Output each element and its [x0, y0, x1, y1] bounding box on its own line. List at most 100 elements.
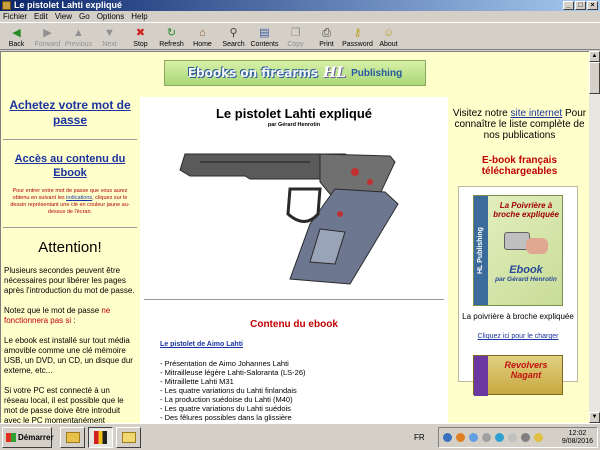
- website-link[interactable]: site internet: [511, 108, 563, 119]
- tray-app-icon[interactable]: [469, 433, 478, 442]
- toolbar-label: Next: [102, 41, 117, 48]
- tray-app-icon[interactable]: [443, 433, 452, 442]
- visit-prefix: Visitez notre: [452, 108, 511, 119]
- start-label: Démarrer: [18, 433, 54, 442]
- forward-arrow-icon: ▶: [43, 27, 52, 39]
- toolbar-label: Print: [319, 41, 334, 48]
- window-title: Le pistolet Lahti expliqué: [14, 0, 123, 10]
- toolbar-about-button[interactable]: ☺ About: [373, 23, 404, 50]
- tray-app-icon[interactable]: [482, 433, 491, 442]
- toolbar-refresh-button[interactable]: ↻ Refresh: [156, 23, 187, 50]
- indications-link[interactable]: indications: [66, 195, 92, 201]
- hand-illustration: [526, 238, 548, 254]
- toolbar-label: Stop: [133, 41, 148, 48]
- list-item: - Présentation de Aimo Johannes Lahti: [160, 359, 289, 368]
- toolbar-label: Contents: [250, 41, 279, 48]
- toolbar-home-button[interactable]: ⌂ Home: [187, 23, 218, 50]
- down-arrow-icon: ▼: [104, 27, 115, 39]
- title-bar: Le pistolet Lahti expliqué _ □ ×: [0, 0, 600, 11]
- book-ebook-label: Ebook: [509, 264, 543, 276]
- download-link[interactable]: Cliquez ici pour le charger: [459, 333, 577, 340]
- taskbar: Démarrer FR 12:02 9/08/2016: [0, 423, 600, 450]
- taskbar-explorer-button[interactable]: [60, 427, 85, 448]
- print-icon: ⎙: [322, 27, 331, 39]
- toolbar-password-button[interactable]: ⚷ Password: [342, 23, 373, 50]
- toolbar-label: Back: [8, 41, 25, 48]
- publisher-banner[interactable]: Ebooks on firearms HL Publishing: [164, 60, 426, 86]
- banner-logo: HL: [322, 65, 347, 81]
- tray-app-icon[interactable]: [495, 433, 504, 442]
- warning-text: Notez que le mot de passe: [4, 306, 102, 315]
- toolbar-label: Password: [342, 41, 373, 48]
- maximize-button[interactable]: □: [575, 1, 586, 10]
- tray-app-icon[interactable]: [534, 433, 543, 442]
- folder-icon: [121, 432, 136, 443]
- book-caption: La poivrière à broche expliquée: [462, 312, 574, 321]
- menu-go[interactable]: Go: [79, 11, 90, 22]
- book-title: La Poivrière à broche expliquée: [493, 201, 559, 219]
- list-item: - Les quatre variations du Lahti finland…: [160, 386, 297, 395]
- access-content-link[interactable]: Accès au contenu du Ebook: [1, 152, 139, 180]
- toolbar-label: Refresh: [159, 41, 184, 48]
- removable-media-paragraph: Le ebook est installé sur tout média amo…: [4, 336, 133, 375]
- clock[interactable]: 12:02 9/08/2016: [562, 430, 593, 446]
- taskbar-folder-button[interactable]: [116, 427, 141, 448]
- toolbar-next-button[interactable]: ▼ Next: [94, 23, 125, 50]
- toolbar: ◀ Back ▶ Forward ▲ Previous ▼ Next ✖ Stop ↻ Refresh…: [0, 22, 600, 50]
- network-icon[interactable]: [521, 433, 530, 442]
- tray-app-icon[interactable]: [456, 433, 465, 442]
- toolbar-label: Forward: [34, 41, 61, 48]
- book-cover-nagant[interactable]: Revolvers Nagant: [473, 355, 563, 396]
- volume-icon[interactable]: [508, 433, 517, 442]
- banner-publishing: Publishing: [351, 67, 403, 79]
- menu-view[interactable]: View: [55, 11, 72, 22]
- menu-options[interactable]: Options: [97, 11, 125, 22]
- toolbar-label: Home: [193, 41, 212, 48]
- copy-icon: ❐: [290, 27, 301, 39]
- contents-icon: ▤: [259, 27, 270, 39]
- divider: [3, 139, 137, 140]
- book-cover-poivriere[interactable]: HL Publishing La Poivrière à broche expl…: [473, 195, 563, 306]
- chapter-link[interactable]: Le pistolet de Aimo Lahti: [160, 341, 243, 348]
- language-indicator[interactable]: FR: [414, 433, 425, 442]
- delay-paragraph: Plusieurs secondes peuvent être nécessai…: [4, 266, 135, 295]
- buy-password-link[interactable]: Achetez votre mot de passe: [1, 98, 139, 128]
- toolbar-back-button[interactable]: ◀ Back: [1, 23, 32, 50]
- scroll-down-button[interactable]: ▼: [589, 412, 600, 423]
- menu-file[interactable]: Fichier: [3, 11, 27, 22]
- author-line: par Gérard Henrotin: [267, 122, 321, 128]
- up-arrow-icon: ▲: [73, 27, 84, 39]
- folder-icon: [65, 432, 80, 443]
- menu-bar: Fichier Edit View Go Options Help: [0, 11, 600, 22]
- toolbar-copy-button[interactable]: ❐ Copy: [280, 23, 311, 50]
- toolbar-previous-button[interactable]: ▲ Previous: [63, 23, 94, 50]
- clock-time: 12:02: [568, 430, 587, 437]
- toolbar-contents-button[interactable]: ▤ Contents: [249, 23, 280, 50]
- close-button[interactable]: ×: [587, 1, 598, 10]
- contents-list: - Présentation de Aimo Johannes Lahti - …: [160, 359, 306, 422]
- list-item: - Les quatre variations du Lahti suédois: [160, 404, 291, 413]
- visit-text: Visitez notre site internet Pour connaît…: [449, 108, 589, 141]
- toolbar-forward-button[interactable]: ▶ Forward: [32, 23, 63, 50]
- clock-date: 9/08/2016: [561, 438, 593, 445]
- stop-icon: ✖: [135, 27, 146, 39]
- taskbar-ebook-button[interactable]: [88, 427, 113, 448]
- menu-edit[interactable]: Edit: [34, 11, 48, 22]
- list-item: - Des fêlures possibles dans la glissièr…: [160, 413, 292, 422]
- toolbar-stop-button[interactable]: ✖ Stop: [125, 23, 156, 50]
- book-author: par Gérard Henrotin: [495, 276, 557, 283]
- scroll-up-button[interactable]: ▲: [589, 51, 600, 62]
- refresh-icon: ↻: [166, 27, 177, 39]
- book-spine: [474, 356, 488, 396]
- center-panel: Le pistolet Lahti expliqué par Gérard He…: [140, 97, 448, 423]
- vertical-scrollbar[interactable]: ▲ ▼: [589, 51, 600, 423]
- toolbar-search-button[interactable]: ⚲ Search: [218, 23, 249, 50]
- ebook-ad: HL Publishing La Poivrière à broche expl…: [458, 186, 578, 396]
- toolbar-print-button[interactable]: ⎙ Print: [311, 23, 342, 50]
- minimize-button[interactable]: _: [563, 1, 574, 10]
- start-button[interactable]: Démarrer: [2, 427, 54, 448]
- toolbar-label: Copy: [287, 41, 304, 48]
- scroll-thumb[interactable]: [589, 62, 600, 94]
- page-content: Ebooks on firearms HL Publishing Achetez…: [0, 51, 589, 423]
- menu-help[interactable]: Help: [131, 11, 147, 22]
